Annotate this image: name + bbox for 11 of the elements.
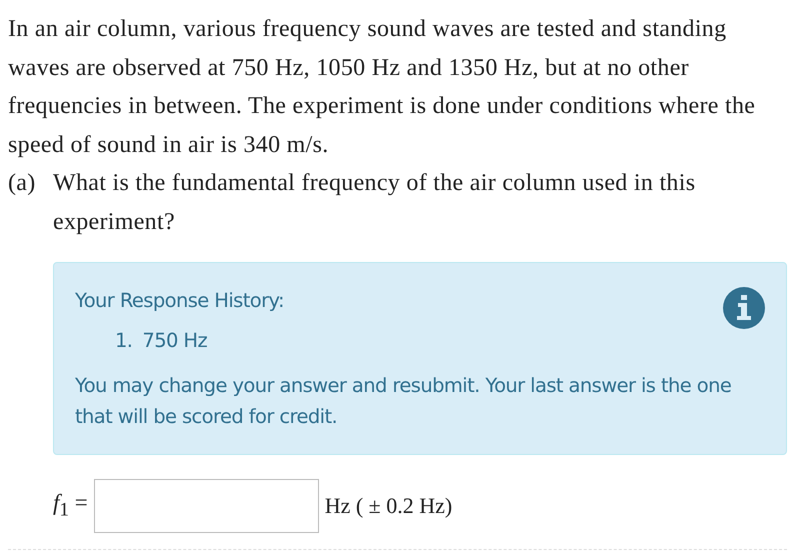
- part-label: (a): [8, 169, 37, 198]
- resubmit-note: You may change your answer and resubmit. Your last answer is the one that will be scored for credit.: [75, 373, 732, 430]
- answer-label: f$_{1}$ =: [53, 490, 88, 522]
- answer-field[interactable]: [94, 479, 319, 533]
- response-number: 1.: [115, 328, 132, 354]
- problem-statement: In an air column, various frequency sound waves are tested and standing waves are observed at 750 Hz, 1050 Hz and 1350 Hz, but at no other frequencies in between. The experiment is done under conditions where the speed of sound in air is 340 m/s.: [8, 15, 756, 160]
- question-text: What is the fundamental frequency of the air column used in this experiment?: [53, 169, 696, 236]
- info-icon[interactable]: [723, 287, 765, 329]
- units-text: Hz ( ± 0.2 Hz): [324, 493, 452, 519]
- history-title: Your Response History:: [75, 288, 284, 314]
- response-item: 750 Hz: [142, 328, 208, 354]
